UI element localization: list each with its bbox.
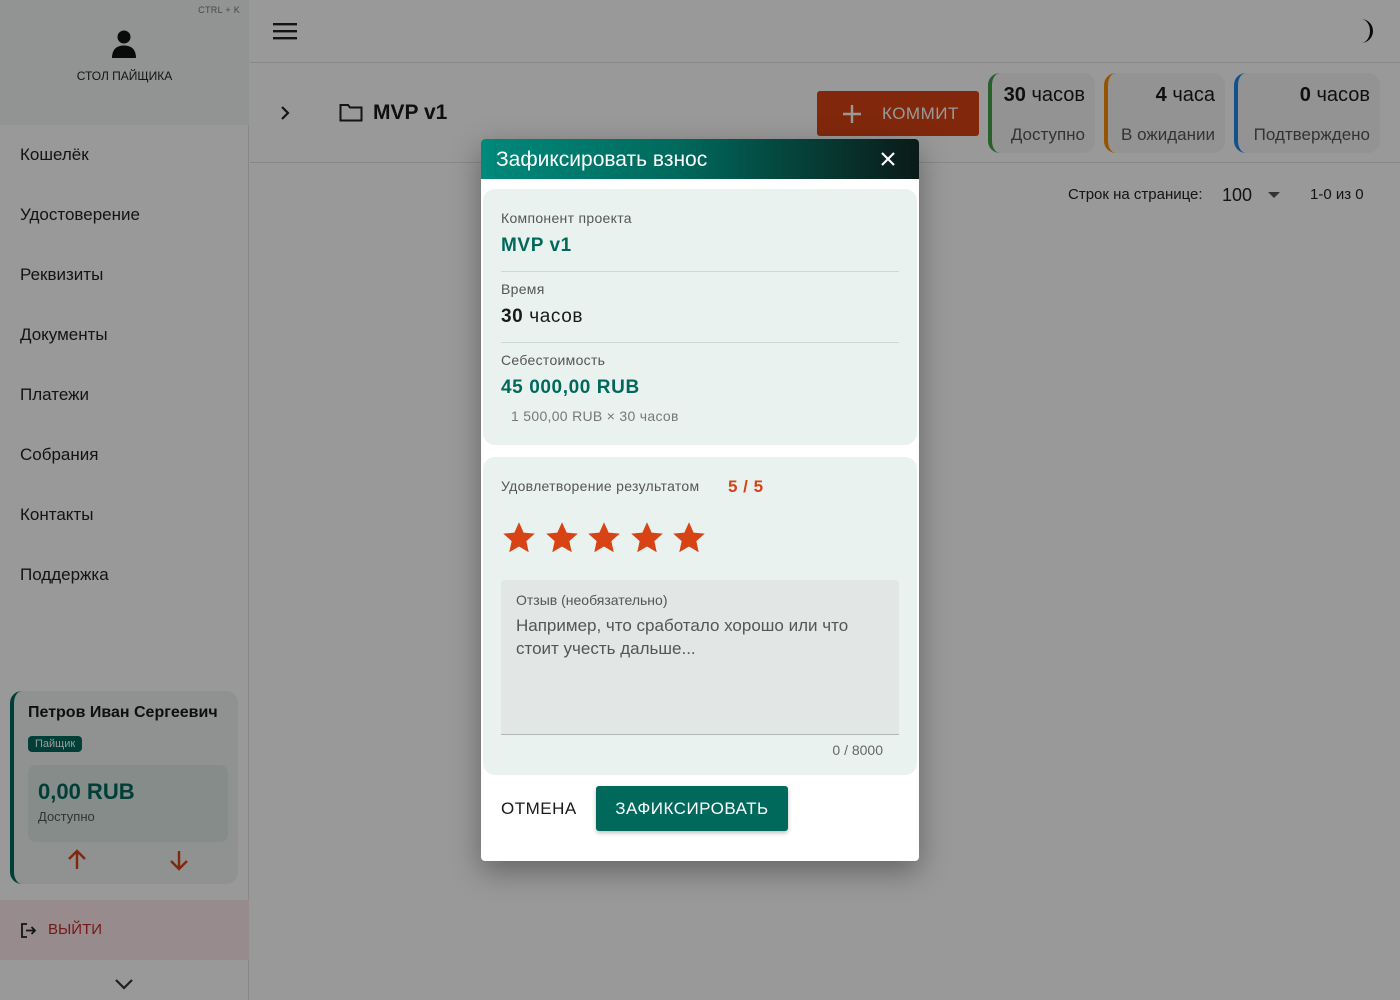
divider [501, 342, 899, 343]
rating-score: 5 / 5 [728, 477, 764, 496]
star-icon[interactable] [501, 520, 537, 556]
cost-value: 45 000,00 RUB [501, 377, 640, 398]
component-value: MVP v1 [501, 235, 572, 256]
dialog-title: Зафиксировать взнос [496, 148, 708, 171]
feedback-label: Отзыв (необязательно) [516, 592, 668, 608]
feedback-placeholder: Например, что сработало хорошо или что с… [516, 616, 849, 658]
cost-calculation: 1 500,00 RUB × 30 часов [511, 408, 679, 424]
feedback-textarea[interactable]: Отзыв (необязательно) Например, что сраб… [501, 580, 899, 735]
feedback-counter: 0 / 8000 [832, 742, 883, 758]
cost-label: Себестоимость [501, 352, 606, 368]
time-label: Время [501, 281, 545, 297]
star-icon[interactable] [629, 520, 665, 556]
commit-contribution-dialog: Зафиксировать взнос Компонент проекта MV… [481, 139, 919, 861]
contribution-details: Компонент проекта MVP v1 Время 30 часов … [483, 189, 917, 445]
rating-label: Удовлетворение результатом [501, 478, 700, 494]
component-label: Компонент проекта [501, 210, 632, 226]
commit-submit-button[interactable]: ЗАФИКСИРОВАТЬ [596, 786, 788, 831]
star-icon[interactable] [671, 520, 707, 556]
star-icon[interactable] [544, 520, 580, 556]
rating-section: Удовлетворение результатом 5 / 5 Отзыв (… [483, 457, 917, 775]
star-icon[interactable] [586, 520, 622, 556]
close-icon[interactable] [879, 150, 897, 168]
dialog-header: Зафиксировать взнос [481, 139, 919, 179]
time-value: 30 часов [501, 306, 584, 327]
cancel-button[interactable]: ОТМЕНА [501, 799, 577, 819]
divider [501, 271, 899, 272]
